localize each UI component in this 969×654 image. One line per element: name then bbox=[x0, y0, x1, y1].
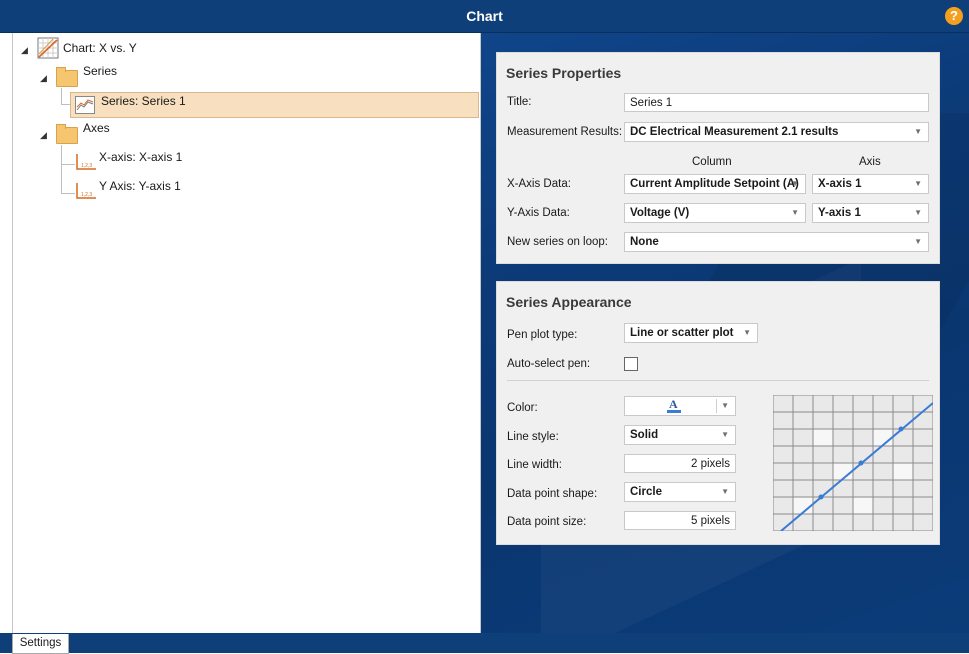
color-label: Color: bbox=[507, 402, 538, 414]
tree-guide bbox=[61, 193, 75, 194]
line-series-icon bbox=[75, 96, 95, 114]
data-point-size-input[interactable]: 5 pixels bbox=[624, 511, 736, 530]
y-axis-column-select[interactable]: Voltage (V) ▼ bbox=[624, 203, 806, 223]
measurement-results-select[interactable]: DC Electrical Measurement 2.1 results ▼ bbox=[624, 122, 929, 142]
chevron-down-icon: ▼ bbox=[914, 237, 922, 246]
new-series-on-loop-select[interactable]: None ▼ bbox=[624, 232, 929, 252]
y-axis-data-label: Y-Axis Data: bbox=[507, 207, 570, 219]
x-axis-icon: 1,2,3 bbox=[76, 154, 96, 170]
x-axis-data-label: X-Axis Data: bbox=[507, 178, 571, 190]
pen-plot-type-label: Pen plot type: bbox=[507, 329, 578, 341]
expand-root-icon[interactable]: ◢ bbox=[21, 45, 31, 55]
section-divider bbox=[507, 380, 929, 381]
tree-item-series-1[interactable]: Series: Series 1 bbox=[70, 92, 479, 118]
tree-guide bbox=[61, 88, 62, 104]
window-title-bar: Chart ? bbox=[0, 0, 969, 33]
chevron-down-icon: ▼ bbox=[743, 328, 751, 337]
data-point-size-label: Data point size: bbox=[507, 516, 587, 528]
settings-tab[interactable]: Settings bbox=[12, 634, 69, 654]
x-axis-column-select[interactable]: Current Amplitude Setpoint (A) ▼ bbox=[624, 174, 806, 194]
color-divider bbox=[716, 399, 717, 413]
title-input[interactable]: Series 1 bbox=[624, 93, 929, 112]
line-style-value: Solid bbox=[630, 429, 659, 441]
chevron-down-icon: ▼ bbox=[721, 401, 729, 410]
pen-preview bbox=[773, 395, 933, 531]
chevron-down-icon: ▼ bbox=[721, 487, 729, 496]
color-picker[interactable]: A ▼ bbox=[624, 396, 736, 416]
chevron-down-icon: ▼ bbox=[914, 208, 922, 217]
pen-plot-type-select[interactable]: Line or scatter plot ▼ bbox=[624, 323, 758, 343]
series-properties-card: Series Properties Title: Series 1 Measur… bbox=[496, 52, 940, 264]
x-axis-column-value: Current Amplitude Setpoint (A) bbox=[630, 178, 799, 190]
y-axis-icon-text: 1,2,3 bbox=[81, 192, 92, 198]
auto-select-pen-checkbox[interactable] bbox=[624, 357, 638, 371]
column-header: Column bbox=[692, 156, 732, 168]
series-appearance-heading: Series Appearance bbox=[506, 294, 632, 310]
y-axis-icon: 1,2,3 bbox=[76, 183, 96, 199]
x-axis-axis-select[interactable]: X-axis 1 ▼ bbox=[812, 174, 929, 194]
axis-header: Axis bbox=[859, 156, 881, 168]
window-title: Chart bbox=[466, 8, 503, 24]
y-axis-axis-value: Y-axis 1 bbox=[818, 207, 861, 219]
tree-guide bbox=[61, 145, 62, 193]
tree-root-label[interactable]: Chart: X vs. Y bbox=[63, 37, 137, 59]
new-series-on-loop-value: None bbox=[630, 236, 659, 248]
y-axis-column-value: Voltage (V) bbox=[630, 207, 690, 219]
data-point-shape-value: Circle bbox=[630, 486, 662, 498]
tree-guide bbox=[61, 164, 75, 165]
measurement-results-value: DC Electrical Measurement 2.1 results bbox=[630, 126, 839, 138]
chart-icon bbox=[37, 37, 59, 59]
help-icon[interactable]: ? bbox=[945, 7, 963, 25]
pen-plot-type-value: Line or scatter plot bbox=[630, 327, 734, 339]
tree-y-axis-label[interactable]: Y Axis: Y-axis 1 bbox=[99, 179, 181, 193]
y-axis-axis-select[interactable]: Y-axis 1 ▼ bbox=[812, 203, 929, 223]
color-swatch-bar bbox=[667, 410, 681, 413]
measurement-results-label: Measurement Results: bbox=[507, 126, 623, 138]
tree-series-folder-label[interactable]: Series bbox=[83, 64, 117, 78]
new-series-on-loop-label: New series on loop: bbox=[507, 236, 608, 248]
line-style-select[interactable]: Solid ▼ bbox=[624, 425, 736, 445]
title-label: Title: bbox=[507, 96, 532, 108]
chevron-down-icon: ▼ bbox=[791, 208, 799, 217]
tree-x-axis-label[interactable]: X-axis: X-axis 1 bbox=[99, 150, 182, 164]
line-width-label: Line width: bbox=[507, 459, 562, 471]
bottom-tab-strip bbox=[0, 633, 969, 653]
auto-select-pen-label: Auto-select pen: bbox=[507, 358, 591, 370]
chevron-down-icon: ▼ bbox=[791, 179, 799, 188]
chevron-down-icon: ▼ bbox=[721, 430, 729, 439]
tree-series-item-label: Series: Series 1 bbox=[101, 94, 186, 108]
chevron-down-icon: ▼ bbox=[914, 127, 922, 136]
x-axis-icon-text: 1,2,3 bbox=[81, 163, 92, 169]
series-folder-icon bbox=[56, 67, 78, 87]
line-style-label: Line style: bbox=[507, 431, 559, 443]
line-width-input[interactable]: 2 pixels bbox=[624, 454, 736, 473]
expand-axes-icon[interactable]: ◢ bbox=[40, 130, 50, 140]
data-point-shape-select[interactable]: Circle ▼ bbox=[624, 482, 736, 502]
data-point-shape-label: Data point shape: bbox=[507, 488, 598, 500]
series-properties-heading: Series Properties bbox=[506, 65, 622, 81]
chart-tree-panel: ◢ Chart: X vs. Y ◢ Series Series: Series… bbox=[12, 33, 481, 634]
axes-folder-icon bbox=[56, 124, 78, 144]
series-appearance-card: Series Appearance Pen plot type: Line or… bbox=[496, 281, 940, 545]
tree-axes-folder-label[interactable]: Axes bbox=[83, 121, 110, 135]
expand-series-icon[interactable]: ◢ bbox=[40, 73, 50, 83]
x-axis-axis-value: X-axis 1 bbox=[818, 178, 862, 190]
chevron-down-icon: ▼ bbox=[914, 179, 922, 188]
